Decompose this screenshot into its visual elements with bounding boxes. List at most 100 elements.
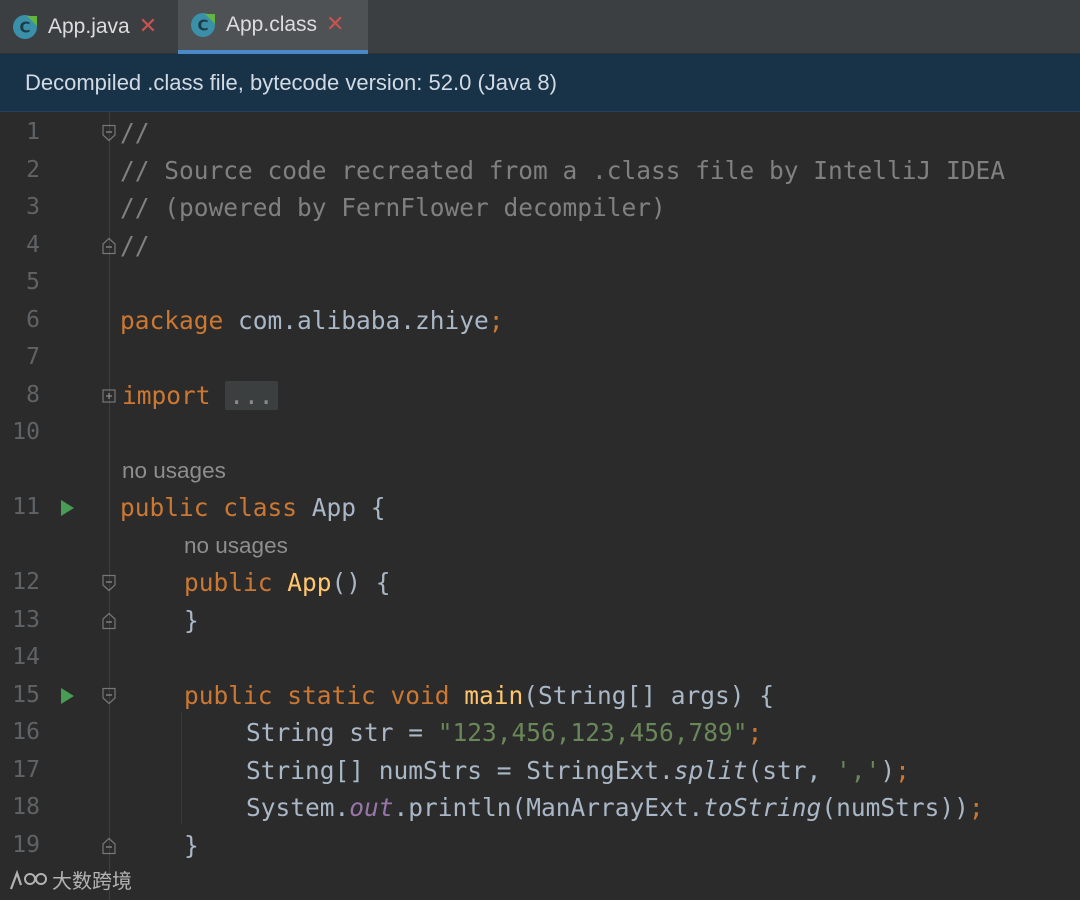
static-field: out (349, 793, 394, 822)
line-number: 12 (12, 569, 40, 595)
code-text: .println(ManArrayExt. (393, 793, 704, 822)
line-number: 4 (26, 231, 40, 258)
code-text: ) (880, 755, 896, 785)
keyword: package (120, 305, 224, 335)
java-class-icon: C (191, 13, 215, 37)
run-icon[interactable] (58, 686, 76, 706)
watermark: 大数跨境 (8, 865, 132, 894)
semicolon: ; (488, 305, 504, 335)
line-number: 7 (26, 344, 40, 370)
code-line: 7 (0, 339, 1080, 377)
code-line: 1 // (0, 114, 1080, 152)
method-name: main (464, 680, 524, 710)
semicolon: ; (895, 755, 910, 785)
code-line: 5 (0, 264, 1080, 302)
decompiled-notice-banner: Decompiled .class file, bytecode version… (0, 54, 1080, 112)
code-comment: // (powered by FernFlower decompiler) (120, 193, 666, 222)
class-declaration: public class App { (120, 489, 386, 527)
close-tab-icon[interactable]: ✕ (326, 14, 344, 36)
fold-start-icon[interactable] (101, 574, 117, 592)
method-declaration: public static void main(String[] args) { (184, 677, 774, 715)
inlay-hint-row: no usages (0, 452, 1080, 490)
package-declaration: package com.alibaba.zhiye; (120, 302, 504, 340)
code-line: 14 (0, 639, 1080, 677)
line-number: 10 (12, 419, 40, 445)
code-line: 2 // Source code recreated from a .class… (0, 152, 1080, 190)
tab-label: App.java (48, 15, 130, 38)
line-number: 15 (12, 681, 40, 708)
code-line: 19 } (0, 827, 1080, 865)
code-text: System. (246, 793, 350, 822)
code-comment: // (120, 230, 150, 260)
line-number: 5 (26, 269, 40, 295)
code-line: 8 import ... (0, 377, 1080, 415)
statement: String[] numStrs = StringExt.split(str, … (246, 752, 910, 790)
keyword: public static void (184, 680, 450, 710)
banner-text: Decompiled .class file, bytecode version… (25, 69, 557, 95)
line-number: 3 (26, 194, 40, 220)
code-line: 11 public class App { (0, 489, 1080, 527)
code-line: 3 // (powered by FernFlower decompiler) (0, 189, 1080, 227)
line-number: 13 (12, 606, 40, 633)
line-number: 2 (26, 156, 40, 183)
tab-label: App.class (226, 13, 318, 36)
tab-app-class[interactable]: C App.class ✕ (178, 0, 368, 54)
java-class-icon: C (13, 15, 37, 39)
usages-hint[interactable]: no usages (184, 527, 288, 565)
inlay-hint-row: no usages (0, 527, 1080, 565)
fold-start-icon[interactable] (101, 124, 117, 142)
keyword: public class (120, 493, 298, 522)
line-number: 6 (26, 306, 40, 333)
fold-end-icon[interactable] (101, 612, 117, 630)
code-text: String str = (246, 718, 438, 747)
code-editor[interactable]: 1 // 2 // Source code recreated from a .… (0, 112, 1080, 900)
line-number: 1 (26, 119, 40, 145)
closing-brace: } (184, 830, 199, 860)
line-number: 8 (26, 381, 40, 408)
statement: System.out.println(ManArrayExt.toString(… (246, 789, 984, 827)
string-literal: "123,456,123,456,789" (437, 718, 748, 747)
fold-expand-icon[interactable] (101, 387, 117, 405)
code-line: 16 String str = "123,456,123,456,789"; (0, 714, 1080, 752)
fold-end-icon[interactable] (101, 237, 117, 255)
line-number: 19 (12, 831, 40, 858)
semicolon: ; (747, 718, 763, 747)
code-line: 13 } (0, 602, 1080, 640)
line-number: 16 (12, 719, 40, 745)
code-line: 12 public App() { (0, 564, 1080, 602)
fold-start-icon[interactable] (101, 687, 117, 705)
close-tab-icon[interactable]: ✕ (139, 16, 157, 38)
svg-text:C: C (197, 17, 208, 35)
method-name: App (287, 568, 332, 597)
line-number: 11 (12, 494, 40, 520)
statement: String str = "123,456,123,456,789"; (246, 714, 762, 752)
fold-end-icon[interactable] (101, 837, 117, 855)
import-statement: import ... (122, 377, 278, 415)
line-number: 14 (12, 644, 40, 670)
code-text: (str, (747, 755, 837, 785)
code-text: String[] numStrs = StringExt. (246, 755, 674, 785)
code-punct: () { (331, 568, 391, 597)
usages-hint[interactable]: no usages (122, 452, 226, 490)
svg-text:C: C (19, 19, 30, 37)
tab-app-java[interactable]: C App.java ✕ (0, 0, 178, 54)
line-number: 17 (12, 756, 40, 783)
keyword: import (122, 380, 211, 410)
code-line: 6 package com.alibaba.zhiye; (0, 302, 1080, 340)
class-name: App { (297, 493, 386, 522)
run-icon[interactable] (58, 498, 76, 518)
watermark-text: 大数跨境 (52, 869, 132, 893)
static-method-call: split (673, 755, 748, 785)
constructor-declaration: public App() { (184, 564, 391, 602)
semicolon: ; (968, 793, 984, 822)
code-line: 4 // (0, 227, 1080, 265)
code-line: 18 System.out.println(ManArrayExt.toStri… (0, 789, 1080, 827)
keyword: public (184, 568, 273, 597)
line-number: 18 (12, 794, 40, 820)
package-name: com.alibaba.zhiye (223, 305, 489, 335)
folded-imports-placeholder[interactable]: ... (225, 380, 278, 410)
code-line: 17 String[] numStrs = StringExt.split(st… (0, 752, 1080, 790)
code-comment: // (120, 118, 150, 147)
static-method-call: toString (703, 793, 822, 822)
char-literal: ',' (836, 755, 881, 785)
